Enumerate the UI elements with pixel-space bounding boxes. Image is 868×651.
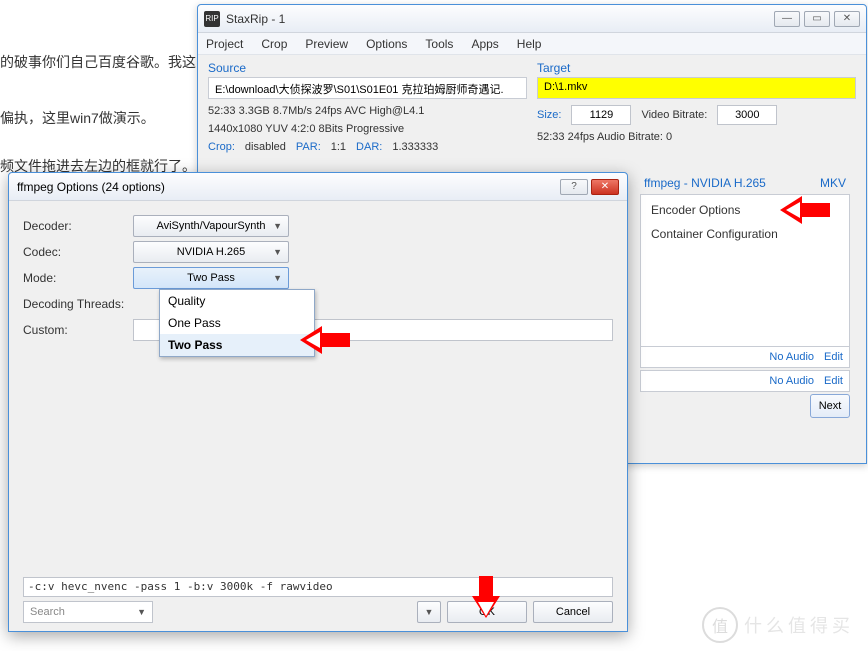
search-combo[interactable]: Search ▼: [23, 601, 153, 623]
menu-options[interactable]: Options: [366, 37, 407, 51]
watermark: 值 什么值得买: [702, 605, 862, 645]
decoder-label: Decoder:: [23, 219, 133, 233]
codec-link[interactable]: ffmpeg - NVIDIA H.265: [644, 176, 766, 190]
container-link[interactable]: MKV: [820, 176, 846, 190]
audio-rows: No Audio Edit No Audio Edit: [640, 346, 850, 394]
mode-option-quality[interactable]: Quality: [160, 290, 314, 312]
par-label[interactable]: PAR:: [296, 141, 321, 153]
crop-label[interactable]: Crop:: [208, 141, 235, 153]
target-path[interactable]: D:\1.mkv: [537, 77, 856, 99]
target-label: Target: [537, 61, 856, 75]
menubar: Project Crop Preview Options Tools Apps …: [198, 33, 866, 55]
target-pane: Target D:\1.mkv Size: Video Bitrate: 52:…: [537, 61, 856, 153]
encoder-options-item[interactable]: Encoder Options: [651, 203, 839, 217]
target-info: 52:33 24fps Audio Bitrate: 0: [537, 131, 856, 143]
watermark-text: 什么值得买: [744, 612, 854, 638]
size-label[interactable]: Size:: [537, 109, 561, 121]
source-path[interactable]: E:\download\大侦探波罗\S01\S01E01 克拉珀姆厨师奇遇记.: [208, 77, 527, 99]
close-button[interactable]: ✕: [834, 11, 860, 27]
app-icon: RIP: [204, 11, 220, 27]
par-value: 1:1: [331, 141, 346, 153]
video-bitrate-label: Video Bitrate:: [641, 109, 707, 121]
search-placeholder: Search: [30, 606, 65, 618]
menu-preview[interactable]: Preview: [305, 37, 348, 51]
chevron-down-icon: ▼: [273, 247, 282, 257]
dar-value: 1.333333: [392, 141, 438, 153]
bg-text-2: 偏执，这里win7做演示。: [0, 108, 155, 128]
menu-crop[interactable]: Crop: [261, 37, 287, 51]
encoder-panel: ffmpeg - NVIDIA H.265 MKV Encoder Option…: [640, 176, 850, 352]
audio-row-1[interactable]: No Audio Edit: [640, 346, 850, 368]
audio-edit-2[interactable]: Edit: [824, 375, 843, 387]
video-bitrate-input[interactable]: [717, 105, 777, 125]
menu-help[interactable]: Help: [517, 37, 542, 51]
watermark-icon: 值: [702, 607, 738, 643]
decoder-combo[interactable]: AviSynth/VapourSynth▼: [133, 215, 289, 237]
bg-text-1: 的破事你们自己百度谷歌。我这: [0, 52, 196, 72]
commandline-output[interactable]: -c:v hevc_nvenc -pass 1 -b:v 3000k -f ra…: [23, 577, 613, 597]
dialog-titlebar[interactable]: ffmpeg Options (24 options) ? ✕: [9, 173, 627, 201]
menu-apps[interactable]: Apps: [471, 37, 498, 51]
audio-none-2[interactable]: No Audio: [769, 375, 814, 387]
source-info-2: 1440x1080 YUV 4:2:0 8Bits Progressive: [208, 123, 527, 135]
source-crop-row: Crop: disabled PAR: 1:1 DAR: 1.333333: [208, 141, 527, 153]
size-input[interactable]: [571, 105, 631, 125]
audio-edit-1[interactable]: Edit: [824, 351, 843, 363]
container-config-item[interactable]: Container Configuration: [651, 227, 839, 241]
encoder-panel-box[interactable]: Encoder Options Container Configuration: [640, 194, 850, 352]
maximize-button[interactable]: ▭: [804, 11, 830, 27]
audio-none-1[interactable]: No Audio: [769, 351, 814, 363]
dialog-close-button[interactable]: ✕: [591, 179, 619, 195]
mode-dropdown-list[interactable]: Quality One Pass Two Pass: [159, 289, 315, 357]
codec-label: Codec:: [23, 245, 133, 259]
menu-dropdown-button[interactable]: ▼: [417, 601, 441, 623]
next-button[interactable]: Next: [810, 394, 850, 418]
ffmpeg-options-dialog: ffmpeg Options (24 options) ? ✕ Decoder:…: [8, 172, 628, 632]
crop-value: disabled: [245, 141, 286, 153]
mode-combo[interactable]: Two Pass▼: [133, 267, 289, 289]
audio-row-2[interactable]: No Audio Edit: [640, 370, 850, 392]
menu-project[interactable]: Project: [206, 37, 243, 51]
main-title: StaxRip - 1: [226, 12, 774, 26]
mode-label: Mode:: [23, 271, 133, 285]
minimize-button[interactable]: —: [774, 11, 800, 27]
menu-tools[interactable]: Tools: [425, 37, 453, 51]
chevron-down-icon: ▼: [273, 221, 282, 231]
codec-combo[interactable]: NVIDIA H.265▼: [133, 241, 289, 263]
dialog-title: ffmpeg Options (24 options): [17, 180, 560, 194]
custom-label: Custom:: [23, 323, 133, 337]
main-titlebar[interactable]: RIP StaxRip - 1 — ▭ ✕: [198, 5, 866, 33]
help-button[interactable]: ?: [560, 179, 588, 195]
ok-button[interactable]: OK: [447, 601, 527, 623]
source-info-1: 52:33 3.3GB 8.7Mb/s 24fps AVC High@L4.1: [208, 105, 527, 117]
dar-label[interactable]: DAR:: [356, 141, 382, 153]
chevron-down-icon: ▼: [273, 273, 282, 283]
mode-option-twopass[interactable]: Two Pass: [160, 334, 314, 356]
cancel-button[interactable]: Cancel: [533, 601, 613, 623]
source-pane: Source E:\download\大侦探波罗\S01\S01E01 克拉珀姆…: [208, 61, 527, 153]
threads-label: Decoding Threads:: [23, 297, 133, 311]
source-label: Source: [208, 61, 527, 75]
mode-option-onepass[interactable]: One Pass: [160, 312, 314, 334]
chevron-down-icon: ▼: [137, 607, 146, 617]
